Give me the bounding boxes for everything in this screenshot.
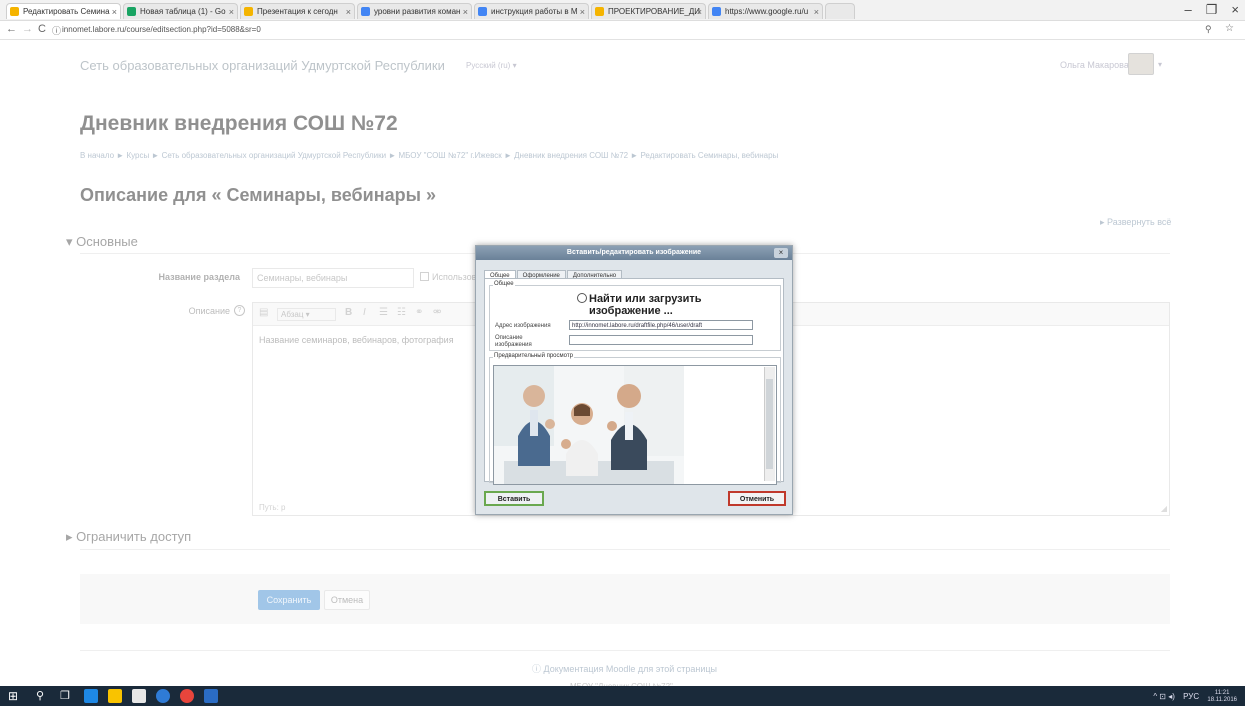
bookmark-star-icon[interactable]: ☆: [1225, 23, 1234, 34]
clock[interactable]: 11:21 18.11.2016: [1207, 690, 1237, 704]
tab-label: ПРОЕКТИРОВАНИЕ_ДИ: [608, 7, 701, 16]
image-desc-input[interactable]: [569, 335, 753, 345]
tab-label: уровни развития коман: [374, 7, 461, 16]
windows-start-icon[interactable]: ⊞: [8, 689, 18, 703]
search-icon[interactable]: ⚲: [36, 689, 44, 702]
general-fieldset-legend: Общее: [493, 281, 515, 287]
browser-tab[interactable]: https://www.google.ru/u ×: [708, 3, 823, 19]
tab-label: инструкция работы в М: [491, 7, 578, 16]
store-icon[interactable]: [132, 689, 146, 703]
window-controls: – ❐ ×: [1171, 2, 1239, 18]
back-icon[interactable]: ←: [6, 23, 17, 35]
app-icon[interactable]: [156, 689, 170, 703]
tab-favicon-icon: [712, 7, 721, 16]
dialog-title: Вставить/редактировать изображение: [476, 246, 792, 260]
tab-favicon-icon: [127, 7, 136, 16]
url-input[interactable]: innomet.labore.ru/course/editsection.php…: [62, 24, 1202, 36]
find-upload-button[interactable]: Найти или загрузить изображение ...: [577, 293, 739, 317]
browser-tab[interactable]: инструкция работы в М ×: [474, 3, 589, 19]
tab-close-icon[interactable]: ×: [346, 4, 351, 19]
tab-label: Новая таблица (1) - Go: [140, 7, 226, 16]
browser-tab[interactable]: Новая таблица (1) - Go ×: [123, 3, 238, 19]
insert-image-dialog: Вставить/редактировать изображение × Общ…: [475, 245, 793, 515]
scrollbar-thumb[interactable]: [766, 379, 773, 469]
tab-close-icon[interactable]: ×: [229, 4, 234, 19]
file-explorer-icon[interactable]: [108, 689, 122, 703]
tab-favicon-icon: [595, 7, 604, 16]
tab-favicon-icon: [361, 7, 370, 16]
edge-icon[interactable]: [84, 689, 98, 703]
new-tab-button[interactable]: [825, 3, 855, 19]
clock-time: 11:21: [1214, 690, 1230, 696]
task-view-icon[interactable]: ❐: [60, 689, 70, 702]
tab-close-icon[interactable]: ×: [112, 4, 117, 19]
browser-tab[interactable]: Редактировать Семина ×: [6, 3, 121, 19]
tray-icons[interactable]: ^ ⊡ ◂): [1153, 692, 1175, 701]
browser-tab[interactable]: уровни развития коман ×: [357, 3, 472, 19]
dialog-panel: Общее Найти или загрузить изображение ..…: [484, 278, 784, 485]
tab-favicon-icon: [244, 7, 253, 16]
taskbar: ⊞ ⚲ ❐ ^ ⊡ ◂) РУС 11:21 18.11.2016: [0, 686, 1245, 706]
browser-tab[interactable]: ПРОЕКТИРОВАНИЕ_ДИ ×: [591, 3, 706, 19]
system-tray: ^ ⊡ ◂) РУС 11:21 18.11.2016: [1153, 690, 1237, 704]
close-window-icon[interactable]: ×: [1231, 2, 1239, 17]
info-icon[interactable]: ⓘ: [52, 24, 61, 37]
image-url-input[interactable]: http://innomet.labore.ru/draftfile.php/4…: [569, 320, 753, 330]
dialog-cancel-button[interactable]: Отменить: [728, 491, 786, 506]
clock-date: 18.11.2016: [1207, 697, 1237, 703]
tab-favicon-icon: [478, 7, 487, 16]
preview-legend: Предварительный просмотр: [493, 353, 574, 359]
tab-close-icon[interactable]: ×: [697, 4, 702, 19]
find-upload-label: Найти или загрузить изображение ...: [589, 293, 702, 317]
tab-close-icon[interactable]: ×: [463, 4, 468, 19]
browser-tab-bar: Редактировать Семина × Новая таблица (1) -…: [0, 0, 1245, 21]
dialog-tabs: Общее Оформление Дополнительно: [484, 266, 623, 282]
tray-language[interactable]: РУС: [1183, 692, 1199, 701]
magnifier-icon: [577, 293, 587, 303]
extensions-icon[interactable]: ⚲: [1205, 24, 1212, 35]
reload-icon[interactable]: C: [38, 23, 46, 35]
close-icon[interactable]: ×: [774, 248, 788, 258]
tab-label: Презентация к сегодн: [257, 7, 338, 16]
browser-tab[interactable]: Презентация к сегодн ×: [240, 3, 355, 19]
address-bar: ← → C ⓘ innomet.labore.ru/course/editsec…: [0, 21, 1245, 40]
tab-favicon-icon: [10, 7, 19, 16]
maximize-icon[interactable]: ❐: [1206, 2, 1218, 17]
insert-button[interactable]: Вставить: [484, 491, 544, 506]
image-desc-label: Описание изображения: [495, 335, 532, 348]
tab-label: Редактировать Семина: [23, 7, 110, 16]
image-url-label: Адрес изображения: [495, 323, 551, 329]
word-icon[interactable]: [204, 689, 218, 703]
preview-scrollbar[interactable]: [764, 367, 775, 481]
minimize-icon[interactable]: –: [1185, 2, 1192, 17]
tab-close-icon[interactable]: ×: [814, 4, 819, 19]
image-preview: [493, 365, 777, 485]
tab-label: https://www.google.ru/u: [725, 7, 809, 16]
tab-close-icon[interactable]: ×: [580, 4, 585, 19]
forward-icon[interactable]: →: [22, 23, 33, 35]
chrome-icon[interactable]: [180, 689, 194, 703]
preview-photo: [494, 366, 684, 484]
